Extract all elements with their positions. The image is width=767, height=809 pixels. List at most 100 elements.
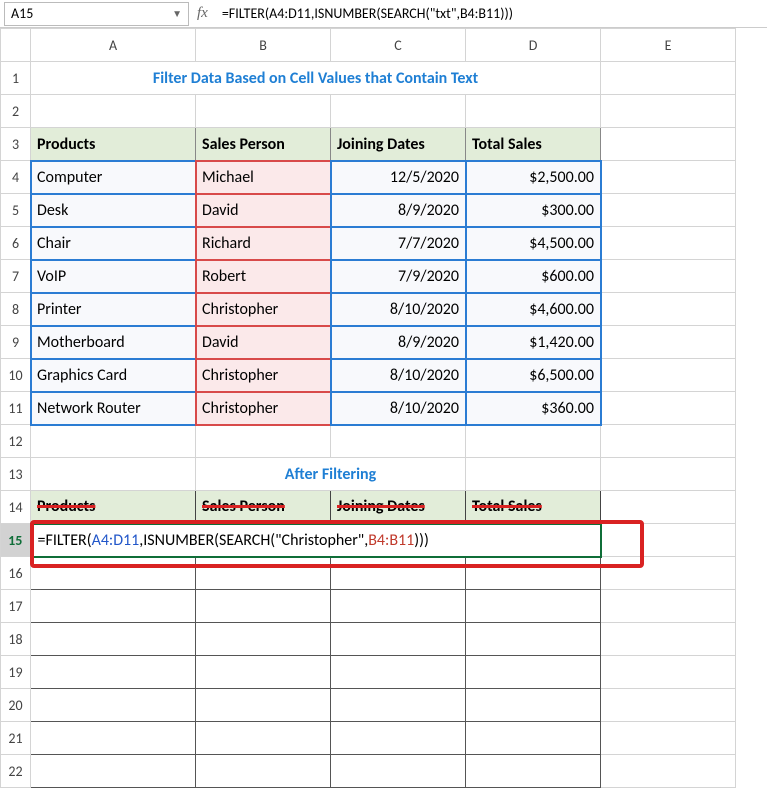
page-title[interactable]: Filter Data Based on Cell Values that Co…	[31, 62, 601, 95]
header-person[interactable]: Sales Person	[196, 128, 331, 161]
col-header-b[interactable]: B	[196, 29, 331, 62]
cell[interactable]	[601, 623, 736, 656]
cell-product[interactable]: Graphics Card	[31, 359, 196, 392]
cell[interactable]	[331, 722, 466, 755]
cell-sales[interactable]: $6,500.00	[466, 359, 601, 392]
row-header[interactable]: 20	[1, 689, 31, 722]
cell-person[interactable]: David	[196, 194, 331, 227]
row-header[interactable]: 14	[1, 491, 31, 524]
cell-date[interactable]: 8/10/2020	[331, 392, 466, 425]
cell[interactable]	[196, 656, 331, 689]
cell[interactable]	[31, 557, 196, 590]
row-header[interactable]: 5	[1, 194, 31, 227]
cell-product[interactable]: Computer	[31, 161, 196, 194]
row-header[interactable]: 17	[1, 590, 31, 623]
cell[interactable]	[466, 458, 601, 491]
row-header[interactable]: 18	[1, 623, 31, 656]
cell[interactable]	[601, 590, 736, 623]
header2-dates[interactable]: Joining Dates	[331, 491, 466, 524]
formula-cell-a15[interactable]: =FILTER(A4:D11,ISNUMBER(SEARCH("Christop…	[31, 524, 601, 557]
cell[interactable]	[601, 458, 736, 491]
cell[interactable]	[601, 755, 736, 788]
cell[interactable]	[31, 425, 196, 458]
cell[interactable]	[601, 293, 736, 326]
cell[interactable]	[466, 755, 601, 788]
cell[interactable]	[196, 689, 331, 722]
row-header[interactable]: 12	[1, 425, 31, 458]
cell-product[interactable]: Chair	[31, 227, 196, 260]
cell-sales[interactable]: $4,500.00	[466, 227, 601, 260]
row-header[interactable]: 4	[1, 161, 31, 194]
cell[interactable]	[196, 557, 331, 590]
cell[interactable]	[196, 623, 331, 656]
cell[interactable]	[601, 359, 736, 392]
cell[interactable]	[331, 95, 466, 128]
col-header-d[interactable]: D	[466, 29, 601, 62]
row-header[interactable]: 19	[1, 656, 31, 689]
cell[interactable]	[466, 95, 601, 128]
header2-person[interactable]: Sales Person	[196, 491, 331, 524]
cell[interactable]	[31, 722, 196, 755]
cell-person[interactable]: Christopher	[196, 359, 331, 392]
cell[interactable]	[331, 755, 466, 788]
row-header[interactable]: 22	[1, 755, 31, 788]
cell[interactable]	[331, 623, 466, 656]
row-header[interactable]: 21	[1, 722, 31, 755]
name-box[interactable]: A15 ▼	[4, 2, 189, 26]
cell[interactable]	[601, 491, 736, 524]
row-header[interactable]: 3	[1, 128, 31, 161]
row-header[interactable]: 10	[1, 359, 31, 392]
cell[interactable]	[331, 590, 466, 623]
cell-person[interactable]: Christopher	[196, 392, 331, 425]
row-header[interactable]: 6	[1, 227, 31, 260]
header-products[interactable]: Products	[31, 128, 196, 161]
cell[interactable]	[466, 425, 601, 458]
cell-sales[interactable]: $4,600.00	[466, 293, 601, 326]
cell[interactable]	[601, 62, 736, 95]
cell[interactable]	[31, 755, 196, 788]
cell-person[interactable]: Richard	[196, 227, 331, 260]
row-header[interactable]: 16	[1, 557, 31, 590]
row-header[interactable]: 7	[1, 260, 31, 293]
cell-sales[interactable]: $600.00	[466, 260, 601, 293]
cell[interactable]	[601, 689, 736, 722]
row-header[interactable]: 1	[1, 62, 31, 95]
cell-date[interactable]: 8/9/2020	[331, 194, 466, 227]
cell[interactable]	[466, 722, 601, 755]
after-filtering-title[interactable]: After Filtering	[196, 458, 466, 491]
cell[interactable]	[196, 95, 331, 128]
cell[interactable]	[601, 722, 736, 755]
cell[interactable]	[601, 425, 736, 458]
cell-person[interactable]: Christopher	[196, 293, 331, 326]
cell[interactable]	[601, 95, 736, 128]
cell-sales[interactable]: $2,500.00	[466, 161, 601, 194]
row-header[interactable]: 9	[1, 326, 31, 359]
cell-product[interactable]: VoIP	[31, 260, 196, 293]
row-header[interactable]: 2	[1, 95, 31, 128]
select-all-corner[interactable]	[1, 29, 31, 62]
row-header[interactable]: 8	[1, 293, 31, 326]
fx-icon[interactable]: fx	[197, 5, 208, 22]
cell-person[interactable]: Robert	[196, 260, 331, 293]
cell[interactable]	[466, 623, 601, 656]
header-dates[interactable]: Joining Dates	[331, 128, 466, 161]
header2-products[interactable]: Products	[31, 491, 196, 524]
cell[interactable]	[466, 656, 601, 689]
cell-product[interactable]: Printer	[31, 293, 196, 326]
cell[interactable]	[331, 689, 466, 722]
cell-sales[interactable]: $360.00	[466, 392, 601, 425]
cell[interactable]	[601, 524, 736, 557]
cell[interactable]	[331, 557, 466, 590]
cell[interactable]	[601, 194, 736, 227]
cell-date[interactable]: 7/9/2020	[331, 260, 466, 293]
col-header-c[interactable]: C	[331, 29, 466, 62]
spreadsheet-grid[interactable]: A B C D E 1 Filter Data Based on Cell Va…	[0, 28, 736, 788]
cell[interactable]	[196, 425, 331, 458]
cell-date[interactable]: 7/7/2020	[331, 227, 466, 260]
row-header-active[interactable]: 15	[1, 524, 31, 557]
formula-input[interactable]	[216, 2, 767, 26]
cell[interactable]	[601, 392, 736, 425]
cell-person[interactable]: David	[196, 326, 331, 359]
cell-sales[interactable]: $1,420.00	[466, 326, 601, 359]
cell[interactable]	[601, 128, 736, 161]
